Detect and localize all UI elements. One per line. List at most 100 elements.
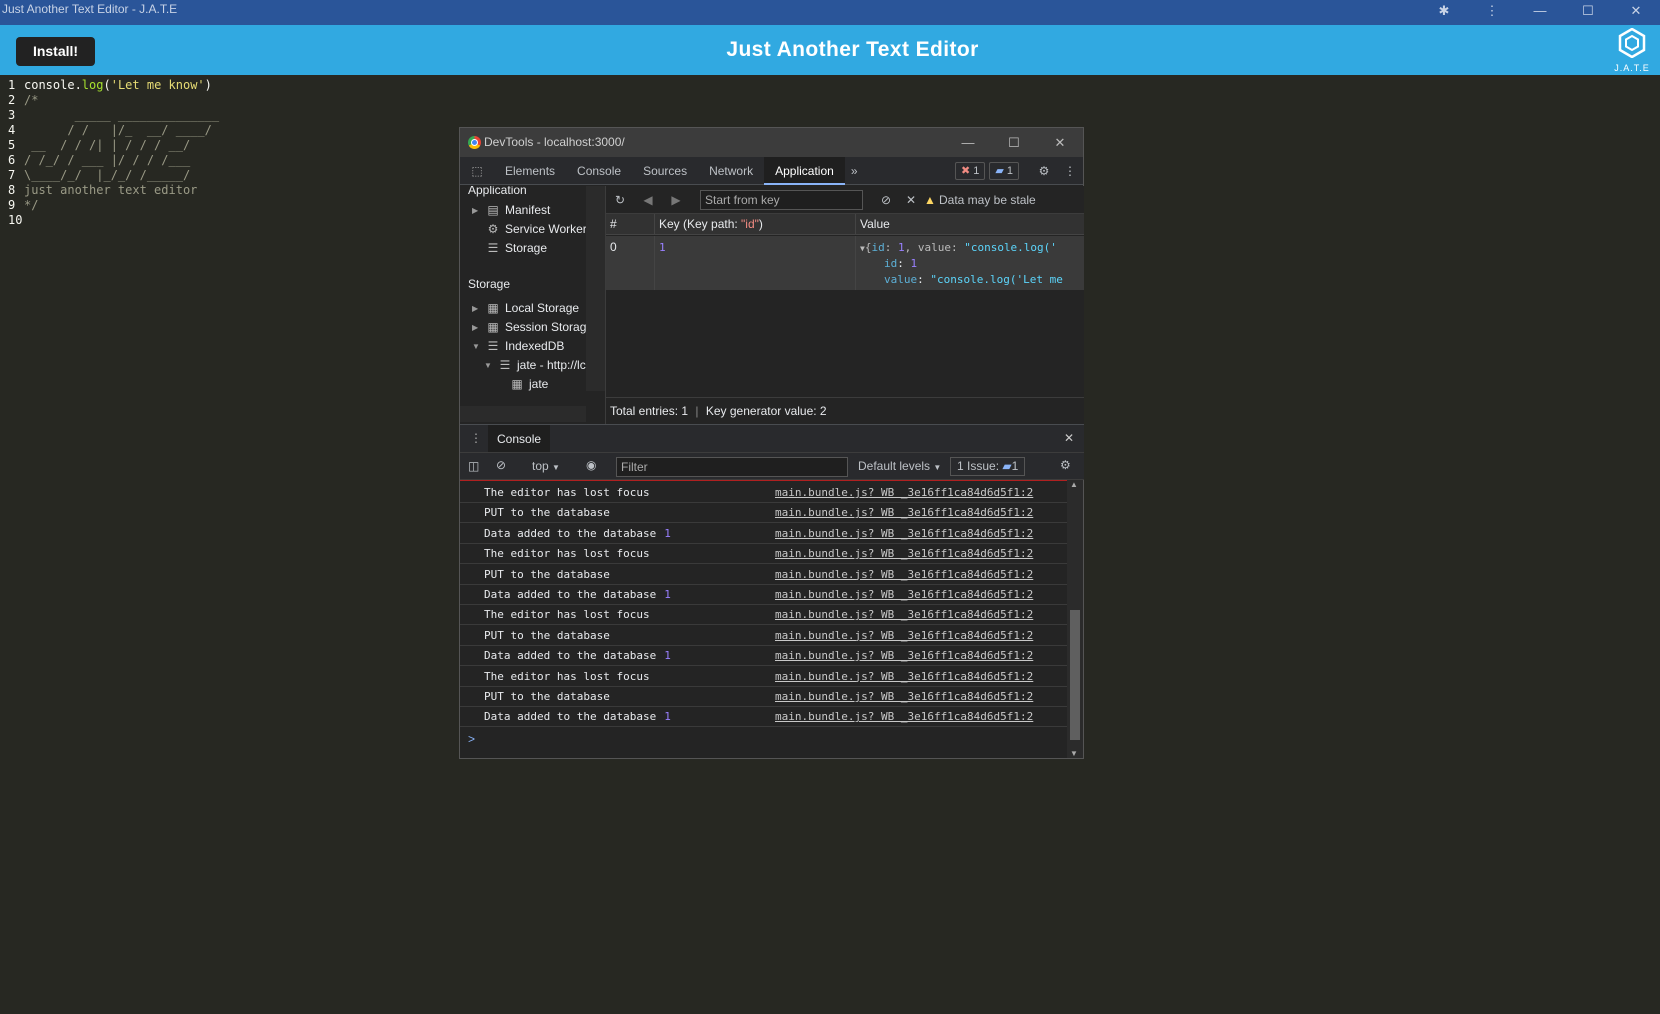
console-source-link[interactable]: main.bundle.js? WB _3e16ff1ca84d6d5f1:2: [775, 687, 1033, 706]
row-key: 1: [659, 241, 666, 254]
console-message-value: 1: [664, 588, 671, 601]
delete-selected-icon[interactable]: ✕: [906, 193, 916, 207]
tab-sources[interactable]: Sources: [632, 157, 698, 185]
logo-text: J.A.T.E: [1614, 63, 1650, 73]
issues-button[interactable]: 1 Issue: ▰1: [950, 457, 1026, 476]
message-count: 1: [1006, 164, 1013, 177]
line-number: 10: [8, 213, 23, 227]
table-row[interactable]: 0 1 ▼{id: 1, value: "console.log(' id: 1…: [606, 236, 1084, 290]
error-icon: ✖: [960, 164, 971, 177]
row-value-summary[interactable]: ▼{id: 1, value: "console.log(': [860, 241, 1082, 254]
chrome-icon: [468, 136, 481, 149]
console-source-link[interactable]: main.bundle.js? WB _3e16ff1ca84d6d5f1:2: [775, 707, 1033, 726]
console-source-link[interactable]: main.bundle.js? WB _3e16ff1ca84d6d5f1:2: [775, 483, 1033, 502]
log-levels-select[interactable]: Default levels ▼: [858, 459, 941, 473]
line-text: _____ ______________: [24, 108, 220, 122]
tab-console[interactable]: Console: [566, 157, 632, 185]
close-drawer-icon[interactable]: ✕: [1064, 431, 1074, 445]
gear-icon[interactable]: ⚙: [1031, 164, 1057, 178]
drawer-tabbar: ⋮ Console ✕: [460, 424, 1084, 453]
console-prompt[interactable]: >: [468, 732, 475, 746]
scroll-thumb[interactable]: [1070, 610, 1080, 740]
scroll-down-icon[interactable]: ▼: [1070, 749, 1078, 758]
console-message-text: The editor has lost focus: [484, 486, 650, 499]
maximize-icon[interactable]: ☐: [991, 128, 1037, 157]
sidebar-toggle-icon[interactable]: ◫: [468, 459, 479, 473]
message-badge[interactable]: ▰ 1: [989, 161, 1019, 180]
line-text: / /_/ / ___ |/ / / /___: [24, 153, 191, 167]
maximize-icon[interactable]: ☐: [1564, 3, 1612, 23]
database-icon: ☰: [487, 241, 499, 255]
console-message: The editor has lost focus main.bundle.js?…: [460, 483, 1067, 503]
console-source-link[interactable]: main.bundle.js? WB _3e16ff1ca84d6d5f1:2: [775, 565, 1033, 584]
tab-network[interactable]: Network: [698, 157, 764, 185]
refresh-icon[interactable]: ↻: [606, 193, 634, 207]
start-from-key-input[interactable]: Start from key: [700, 190, 863, 210]
more-vertical-icon[interactable]: ⋮: [1468, 3, 1516, 23]
sidebar-item-session-storage[interactable]: ▶ ▦ Session Storage: [472, 318, 593, 337]
more-tabs-icon[interactable]: »: [845, 164, 864, 178]
console-message-text: PUT to the database: [484, 690, 610, 703]
console-filter-input[interactable]: Filter: [616, 457, 848, 477]
console-source-link[interactable]: main.bundle.js? WB _3e16ff1ca84d6d5f1:2: [775, 544, 1033, 563]
console-source-link[interactable]: main.bundle.js? WB _3e16ff1ca84d6d5f1:2: [775, 585, 1033, 604]
sidebar-item-manifest[interactable]: ▶ ▤ Manifest: [472, 201, 550, 220]
drawer-menu-icon[interactable]: ⋮: [470, 431, 482, 445]
context-select[interactable]: top ▼: [532, 459, 560, 473]
close-icon[interactable]: ✕: [1037, 128, 1083, 157]
gear-icon[interactable]: ⚙: [1060, 458, 1071, 472]
code-editor[interactable]: 1 console.log('Let me know') 2 /* 3 _____ …: [0, 78, 420, 228]
console-source-link[interactable]: main.bundle.js? WB _3e16ff1ca84d6d5f1:2: [775, 524, 1033, 543]
console-source-link[interactable]: main.bundle.js? WB _3e16ff1ca84d6d5f1:2: [775, 646, 1033, 665]
console-message: PUT to the database main.bundle.js? WB _3…: [460, 503, 1067, 524]
window-title: Just Another Text Editor - J.A.T.E: [2, 2, 178, 16]
sidebar-item-indexeddb[interactable]: ▼ ☰ IndexedDB: [472, 337, 564, 356]
sidebar-item-service-workers[interactable]: ⚙ Service Workers: [484, 220, 593, 239]
inspect-element-icon[interactable]: ⬚: [460, 164, 494, 178]
error-badge[interactable]: ✖ 1: [954, 161, 986, 180]
prop-key: value: [884, 273, 918, 286]
line-text: console.log('Let me know'): [24, 78, 212, 92]
drawer-tab-console[interactable]: Console: [488, 425, 551, 453]
sidebar-hscrollbar[interactable]: [460, 406, 586, 422]
line-text: \____/_/ |_/_/ /_____/: [24, 168, 191, 182]
console-source-link[interactable]: main.bundle.js? WB _3e16ff1ca84d6d5f1:2: [775, 605, 1033, 624]
database-icon: ☰: [487, 339, 499, 353]
close-icon[interactable]: ✕: [1612, 3, 1660, 23]
jate-logo: J.A.T.E: [1610, 27, 1654, 73]
more-vertical-icon[interactable]: ⋮: [1057, 164, 1083, 178]
console-source-link[interactable]: main.bundle.js? WB _3e16ff1ca84d6d5f1:2: [775, 667, 1033, 686]
log-levels-value: Default levels: [858, 459, 931, 473]
message-icon: ▰: [1002, 459, 1012, 473]
tab-application[interactable]: Application: [764, 156, 845, 185]
col-key-path: "id": [741, 217, 759, 231]
prev-page-icon[interactable]: ◀: [634, 193, 662, 207]
sidebar-scrollbar[interactable]: [586, 186, 605, 391]
value-val: "console.log(': [964, 241, 1057, 254]
clear-console-icon[interactable]: ⊘: [496, 458, 506, 472]
console-scrollbar[interactable]: ▲ ▼: [1067, 480, 1083, 758]
sidebar-item-jate-db[interactable]: ▼ ☰ jate - http://lc: [484, 356, 586, 375]
tab-elements[interactable]: Elements: [494, 157, 566, 185]
puzzle-icon[interactable]: ✱: [1420, 3, 1468, 23]
minimize-icon[interactable]: —: [945, 128, 991, 157]
sidebar-item-storage[interactable]: ☰ Storage: [484, 239, 547, 258]
sidebar-item-label: IndexedDB: [505, 339, 565, 353]
console-source-link[interactable]: main.bundle.js? WB _3e16ff1ca84d6d5f1:2: [775, 503, 1033, 522]
next-page-icon[interactable]: ▶: [662, 193, 690, 207]
eye-icon[interactable]: ◉: [586, 458, 596, 472]
sidebar-item-label: jate: [529, 377, 549, 391]
sidebar-item-label: Local Storage: [505, 301, 580, 315]
sidebar-item-local-storage[interactable]: ▶ ▦ Local Storage: [472, 299, 579, 318]
console-source-link[interactable]: main.bundle.js? WB _3e16ff1ca84d6d5f1:2: [775, 626, 1033, 645]
minimize-icon[interactable]: —: [1516, 3, 1564, 23]
idb-table-header: # Key (Key path: "id") Value: [606, 214, 1084, 235]
window-titlebar: Just Another Text Editor - J.A.T.E ✱ ⋮ —…: [0, 0, 1660, 25]
clear-object-store-icon[interactable]: ⊘: [881, 193, 891, 207]
app-title: Just Another Text Editor: [726, 38, 979, 61]
message-icon: ▰: [995, 164, 1004, 177]
sidebar-item-jate-store[interactable]: ▦ jate: [508, 375, 548, 394]
editor-line: 5 __ / / /| | / / / __/: [0, 138, 420, 153]
scroll-up-icon[interactable]: ▲: [1070, 480, 1078, 489]
chevron-down-icon: ▼: [484, 361, 492, 370]
